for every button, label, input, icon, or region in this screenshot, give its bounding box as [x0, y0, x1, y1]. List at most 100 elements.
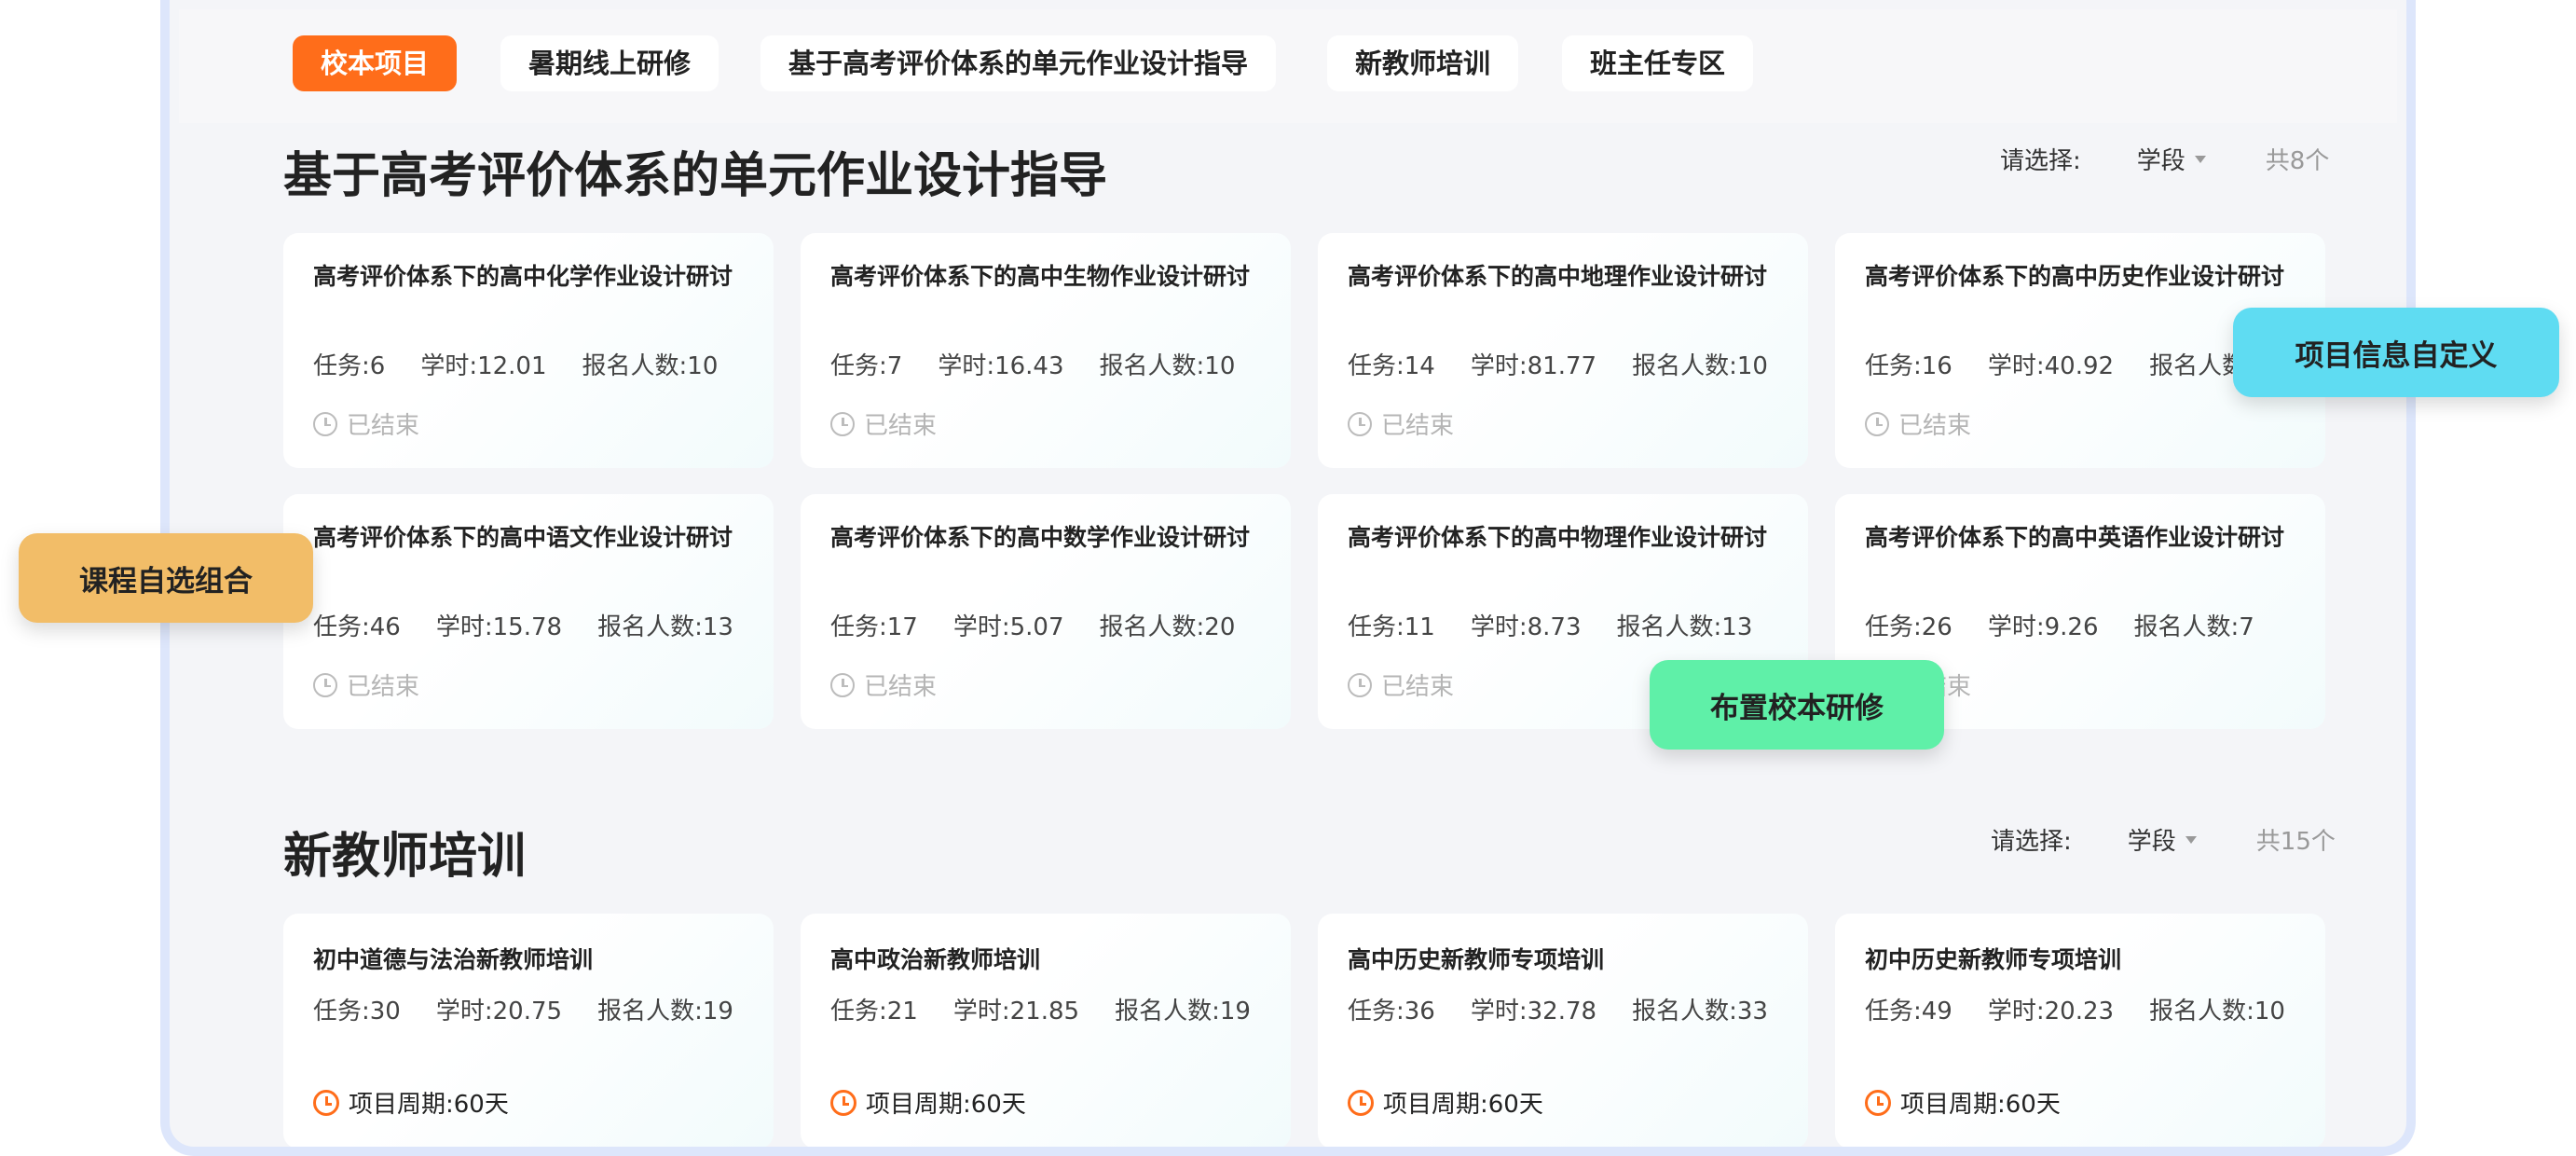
- card-meta: 任务:14 学时:81.77 报名人数:10: [1348, 347, 1803, 381]
- card-enrolled: 报名人数:13: [597, 613, 733, 641]
- filter-label: 请选择:: [2000, 147, 2081, 175]
- card-hours: 学时:21.85: [952, 998, 1080, 1025]
- card-status-text: 已结束: [1381, 673, 1455, 701]
- training-card[interactable]: 初中道德与法治新教师培训 任务:30 学时:20.75 报名人数:19 项目周期:6…: [283, 914, 774, 1147]
- project-card[interactable]: 高考评价体系下的高中化学作业设计研讨 任务:6 学时:12.01 报名人数:10 已…: [283, 233, 774, 468]
- item-count: 共15个: [2255, 828, 2336, 856]
- card-status-text: 已结束: [1381, 412, 1455, 440]
- training-card[interactable]: 高中政治新教师培训 任务:21 学时:21.85 报名人数:19 项目周期:60天: [801, 914, 1291, 1147]
- card-period-text: 项目周期:60天: [1900, 1091, 2061, 1119]
- card-period-text: 项目周期:60天: [1383, 1091, 1543, 1119]
- app-window: 校本项目 暑期线上研修 基于高考评价体系的单元作业设计指导 新教师培训 班主任专…: [160, 0, 2416, 1156]
- card-title: 初中道德与法治新教师培训: [313, 946, 594, 973]
- badge-assign-research: 布置校本研修: [1650, 660, 1944, 750]
- card-hours: 学时:8.73: [1470, 613, 1582, 641]
- clock-icon: [830, 1089, 856, 1116]
- project-card[interactable]: 高考评价体系下的高中地理作业设计研讨 任务:14 学时:81.77 报名人数:10 …: [1318, 233, 1808, 468]
- badge-custom-info: 项目信息自定义: [2233, 308, 2559, 397]
- card-hours: 学时:40.92: [1987, 352, 2115, 380]
- card-status: 已结束: [313, 406, 419, 441]
- card-enrolled: 报名人数:10: [1099, 352, 1236, 380]
- card-meta: 任务:6 学时:12.01 报名人数:10: [313, 347, 753, 381]
- card-period-text: 项目周期:60天: [349, 1091, 509, 1119]
- tab-new-teacher[interactable]: 新教师培训: [1327, 35, 1519, 91]
- stage-select[interactable]: 学段: [2137, 142, 2206, 176]
- stage-select-value: 学段: [2127, 828, 2176, 856]
- card-meta: 任务:30 学时:20.75 报名人数:19: [313, 992, 769, 1026]
- card-hours: 学时:12.01: [420, 352, 547, 380]
- card-tasks: 任务:17: [830, 613, 918, 641]
- card-period: 项目周期:60天: [830, 1085, 1026, 1120]
- training-card[interactable]: 初中历史新教师专项培训 任务:49 学时:20.23 报名人数:10 项目周期:60…: [1835, 914, 2325, 1147]
- tab-head-teacher[interactable]: 班主任专区: [1562, 35, 1754, 91]
- card-status-text: 已结束: [347, 673, 420, 701]
- clock-icon: [1348, 411, 1372, 436]
- card-title: 高考评价体系下的高中地理作业设计研讨: [1348, 263, 1768, 290]
- tab-summer-online[interactable]: 暑期线上研修: [500, 35, 719, 91]
- card-tasks: 任务:6: [313, 352, 386, 380]
- card-hours: 学时:20.75: [435, 998, 563, 1025]
- clock-icon: [830, 672, 855, 697]
- card-hours: 学时:16.43: [938, 352, 1064, 380]
- project-card[interactable]: 高考评价体系下的高中语文作业设计研讨 任务:46 学时:15.78 报名人数:13 …: [283, 494, 774, 729]
- card-meta: 任务:36 学时:32.78 报名人数:33: [1348, 992, 1803, 1026]
- card-period-text: 项目周期:60天: [866, 1091, 1026, 1119]
- card-tasks: 任务:26: [1865, 613, 1953, 641]
- card-status: 已结束: [830, 667, 937, 702]
- stage-select[interactable]: 学段: [2128, 822, 2197, 857]
- clock-icon: [313, 411, 337, 436]
- card-title: 高考评价体系下的高中语文作业设计研讨: [313, 524, 733, 551]
- project-card[interactable]: 高考评价体系下的高中生物作业设计研讨 任务:7 学时:16.43 报名人数:10 已…: [801, 233, 1291, 468]
- card-hours: 学时:9.26: [1987, 613, 2099, 641]
- card-status: 已结束: [313, 667, 419, 702]
- card-status-text: 已结束: [1898, 412, 1972, 440]
- badge-course-combo: 课程自选组合: [19, 533, 313, 623]
- card-meta: 任务:11 学时:8.73 报名人数:13: [1348, 608, 1788, 642]
- project-card[interactable]: 高考评价体系下的高中数学作业设计研讨 任务:17 学时:5.07 报名人数:20 已…: [801, 494, 1291, 729]
- card-tasks: 任务:11: [1348, 613, 1435, 641]
- card-status-text: 已结束: [864, 673, 938, 701]
- tab-school-projects[interactable]: 校本项目: [293, 35, 458, 91]
- card-meta: 任务:49 学时:20.23 报名人数:10: [1865, 992, 2321, 1026]
- filter-label: 请选择:: [1991, 828, 2072, 856]
- card-meta: 任务:46 学时:15.78 报名人数:13: [313, 608, 769, 642]
- card-hours: 学时:81.77: [1470, 352, 1597, 380]
- clock-icon: [830, 411, 855, 436]
- training-card[interactable]: 高中历史新教师专项培训 任务:36 学时:32.78 报名人数:33 项目周期:60…: [1318, 914, 1808, 1147]
- clock-icon: [313, 1089, 339, 1116]
- card-period: 项目周期:60天: [1348, 1085, 1543, 1120]
- card-tasks: 任务:30: [313, 998, 401, 1025]
- card-meta: 任务:21 学时:21.85 报名人数:19: [830, 992, 1286, 1026]
- card-enrolled: 报名人数:10: [582, 352, 719, 380]
- card-status: 已结束: [1865, 406, 1971, 441]
- card-title: 高考评价体系下的高中数学作业设计研讨: [830, 524, 1251, 551]
- card-tasks: 任务:14: [1348, 352, 1435, 380]
- card-hours: 学时:5.07: [952, 613, 1064, 641]
- tab-bar: 校本项目 暑期线上研修 基于高考评价体系的单元作业设计指导 新教师培训 班主任专…: [179, 9, 2397, 123]
- card-status-text: 已结束: [864, 412, 938, 440]
- caret-down-icon: [2194, 155, 2206, 163]
- clock-icon: [313, 672, 337, 697]
- card-title: 初中历史新教师专项培训: [1865, 946, 2122, 973]
- card-enrolled: 报名人数:20: [1099, 613, 1236, 641]
- tab-gaokao-homework[interactable]: 基于高考评价体系的单元作业设计指导: [760, 35, 1277, 91]
- section2-filter: 请选择: 学段 共15个: [1991, 822, 2336, 857]
- card-title: 高考评价体系下的高中化学作业设计研讨: [313, 263, 733, 290]
- clock-icon: [1865, 1089, 1891, 1116]
- card-hours: 学时:20.23: [1987, 998, 2115, 1025]
- card-title: 高考评价体系下的高中生物作业设计研讨: [830, 263, 1251, 290]
- card-meta: 任务:7 学时:16.43 报名人数:10: [830, 347, 1270, 381]
- card-title: 高中历史新教师专项培训: [1348, 946, 1605, 973]
- card-enrolled: 报名人数:33: [1632, 998, 1768, 1025]
- section-title-gaokao: 基于高考评价体系的单元作业设计指导: [283, 148, 1108, 204]
- stage-select-value: 学段: [2136, 147, 2185, 175]
- clock-icon: [1348, 1089, 1374, 1116]
- card-status: 已结束: [830, 406, 937, 441]
- card-title: 高中政治新教师培训: [830, 946, 1041, 973]
- card-enrolled: 报名人数:7: [2133, 613, 2254, 641]
- card-status: 已结束: [1348, 667, 1454, 702]
- card-title: 高考评价体系下的高中历史作业设计研讨: [1865, 263, 2285, 290]
- card-enrolled: 报名人数:13: [1616, 613, 1753, 641]
- card-title: 高考评价体系下的高中英语作业设计研讨: [1865, 524, 2285, 551]
- card-meta: 任务:26 学时:9.26 报名人数:7: [1865, 608, 2290, 642]
